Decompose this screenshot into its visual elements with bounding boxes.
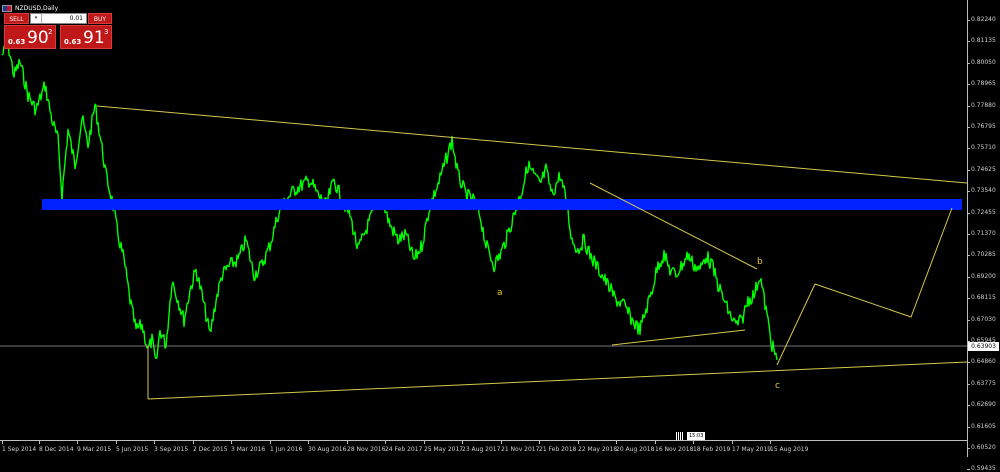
time-axis[interactable]: 1 Sep 2014 8 Dec 2014 9 Mar 2015 5 Jun 2015… <box>0 440 967 457</box>
time-axis-label: 30 Aug 2016 <box>308 441 347 453</box>
wave-label-c: c <box>775 381 780 391</box>
price-axis-label: 0.77880 <box>967 101 996 109</box>
time-axis-label: 9 Mar 2015 <box>77 441 112 453</box>
time-axis-label: 3 Mar 2016 <box>231 441 266 453</box>
time-axis-label: 16 Nov 2018 <box>655 441 694 453</box>
marker-tick <box>678 431 679 440</box>
one-click-trading-panel: SELL ▾ 0.01 BUY 0.63 90 2 0.63 91 3 <box>4 13 112 49</box>
buy-button[interactable]: BUY <box>88 13 112 24</box>
time-axis-label: 1 Jun 2016 <box>270 441 303 453</box>
price-axis-label: 0.67030 <box>967 315 996 323</box>
marker-tick <box>680 431 681 440</box>
marker-tick <box>676 431 677 440</box>
price-axis-label: 0.75710 <box>967 144 996 152</box>
price-axis-label: 0.63775 <box>967 379 996 387</box>
time-axis-label: 25 May 2017 <box>424 441 464 453</box>
lot-size-control[interactable]: ▾ 0.01 <box>30 13 87 24</box>
supply-demand-zone[interactable] <box>42 199 962 210</box>
trendline-upper[interactable] <box>96 105 967 184</box>
price-axis-label: 0.70285 <box>967 251 996 259</box>
buy-quote-prefix: 0.63 <box>64 38 82 46</box>
time-axis-label: 15 Aug 2019 <box>770 441 809 453</box>
time-axis-label: 23 Aug 2017 <box>462 441 501 453</box>
nzdusd-flag-icon <box>2 4 12 12</box>
sell-quote-pips: 90 <box>27 28 49 48</box>
price-axis-label: 0.80050 <box>967 58 996 66</box>
symbol-title-text: NZDUSD,Daily <box>15 4 59 12</box>
lot-size-input[interactable]: 0.01 <box>42 14 86 23</box>
time-axis-label: 8 Dec 2014 <box>39 441 74 453</box>
price-axis-label: 0.62690 <box>967 401 996 409</box>
price-axis-label: 0.74625 <box>967 165 996 173</box>
time-axis-label: 3 Sep 2015 <box>154 441 189 453</box>
chart-area[interactable]: a b c NZDUSD,Daily SELL ▾ 0.01 BUY 0.63 … <box>0 0 967 440</box>
time-axis-label: 5 Jun 2015 <box>116 441 149 453</box>
price-axis-label: 0.68115 <box>967 294 996 302</box>
trendline-lower[interactable] <box>147 361 967 400</box>
trendline-b-wave[interactable] <box>589 182 758 270</box>
price-chart[interactable]: a b c <box>0 0 967 440</box>
price-axis-label: 0.81135 <box>967 37 996 45</box>
buy-quote[interactable]: 0.63 91 3 <box>60 25 112 49</box>
time-marker: 15:03 <box>676 431 706 440</box>
price-axis-label: 0.78965 <box>967 80 996 88</box>
time-axis-label: 28 Nov 2016 <box>347 441 386 453</box>
price-axis-label: 0.64860 <box>967 358 996 366</box>
time-axis-label: 21 Feb 2018 <box>539 441 577 453</box>
price-axis-label: 0.71370 <box>967 230 996 237</box>
wave-label-b: b <box>757 257 763 267</box>
wave-label-a: a <box>497 288 503 298</box>
sell-quote-prefix: 0.63 <box>8 38 26 46</box>
price-axis-label: 0.76795 <box>967 123 996 130</box>
sell-button[interactable]: SELL <box>4 13 29 24</box>
time-axis-label: 24 Feb 2017 <box>385 441 423 453</box>
price-axis-label: 0.82240 <box>967 16 996 23</box>
trendline-bottom-support[interactable] <box>611 329 746 346</box>
time-axis-label: 22 May 2018 <box>578 441 618 453</box>
chevron-down-icon[interactable]: ▾ <box>31 14 42 23</box>
time-axis-label: 2 Dec 2015 <box>193 441 228 453</box>
time-axis-label: 21 Nov 2017 <box>501 441 540 453</box>
price-axis-label: 0.60520 <box>967 444 996 451</box>
time-axis-label: 18 Feb 2019 <box>693 441 731 453</box>
sell-quote[interactable]: 0.63 90 2 <box>4 25 56 49</box>
price-axis-label: 0.61605 <box>967 422 996 430</box>
time-axis-label: 1 Sep 2014 <box>2 441 37 453</box>
sell-quote-fraction: 2 <box>48 28 53 36</box>
price-axis-label: 0.72455 <box>967 208 996 216</box>
price-axis-label: 0.73540 <box>967 187 996 195</box>
price-axis[interactable]: 0.82240 0.81135 0.80050 0.78965 0.77880 0.767… <box>967 0 1000 472</box>
marker-tick <box>682 431 683 440</box>
time-axis-label: 17 May 2019 <box>732 441 772 453</box>
buy-quote-fraction: 3 <box>104 28 109 36</box>
current-price-tag: 0.63903 <box>968 342 999 351</box>
projection-path[interactable] <box>776 207 953 366</box>
time-axis-label: 20 Aug 2018 <box>616 441 655 453</box>
price-axis-label: 0.69200 <box>967 272 996 280</box>
price-axis-label: 0.59435 <box>967 465 996 472</box>
marker-time-label: 15:03 <box>687 431 706 440</box>
buy-quote-pips: 91 <box>83 28 105 48</box>
